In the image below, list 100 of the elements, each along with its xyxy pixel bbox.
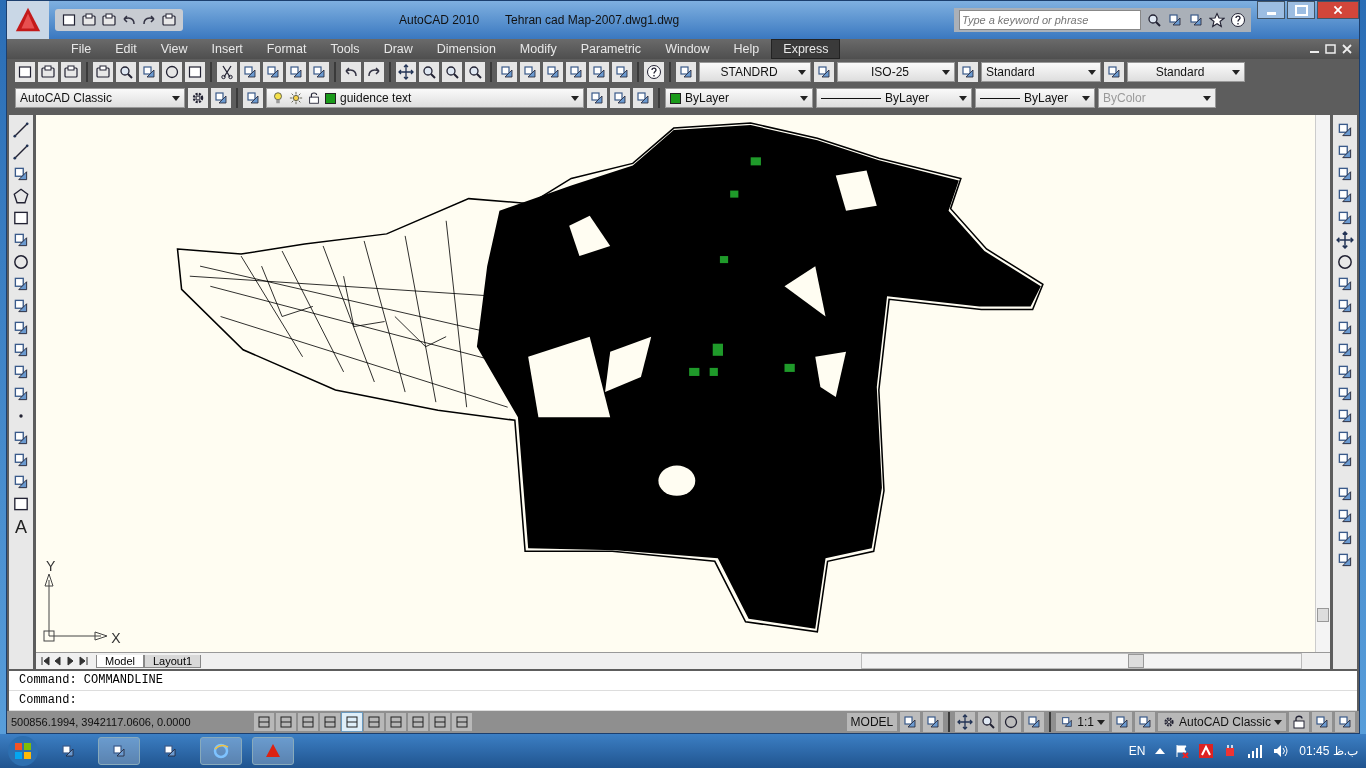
caret-icon[interactable]: [172, 95, 180, 101]
caret-icon[interactable]: [798, 69, 806, 75]
caret-icon[interactable]: [959, 95, 967, 101]
drafting-toggle-button[interactable]: [452, 713, 472, 731]
caret-icon[interactable]: [1096, 719, 1105, 725]
multileader-style-dropdown[interactable]: Standard: [1127, 62, 1245, 82]
drafting-toggle-button[interactable]: [342, 713, 362, 731]
horizontal-scrollbar[interactable]: [861, 653, 1302, 669]
flag-icon[interactable]: [1175, 744, 1190, 758]
dimension-style-dropdown[interactable]: ISO-25: [837, 62, 955, 82]
polygon-icon[interactable]: [12, 187, 30, 205]
menu-item[interactable]: View: [148, 39, 200, 59]
sun-icon[interactable]: [289, 91, 303, 105]
workspace-switch-button[interactable]: AutoCAD Classic: [1157, 713, 1286, 731]
application-menu-button[interactable]: [7, 1, 49, 39]
open-icon[interactable]: [38, 62, 58, 82]
menu-item[interactable]: Dimension: [424, 39, 508, 59]
preview-icon[interactable]: [116, 62, 136, 82]
line-icon[interactable]: [12, 121, 30, 139]
scrollbar-thumb[interactable]: [1317, 608, 1329, 622]
pan-icon[interactable]: [955, 712, 976, 732]
cut-icon[interactable]: [217, 62, 237, 82]
rectangle-icon[interactable]: [12, 209, 30, 227]
print-icon[interactable]: [93, 62, 113, 82]
text-tool-button[interactable]: A: [15, 517, 27, 538]
zoom-icon[interactable]: [978, 712, 999, 732]
caret-icon[interactable]: [1088, 69, 1096, 75]
save-icon[interactable]: [101, 12, 117, 28]
drafting-toggle-button[interactable]: [364, 713, 384, 731]
menu-item[interactable]: File: [59, 39, 104, 59]
scrollbar-thumb[interactable]: [1128, 654, 1145, 668]
workspace-dropdown[interactable]: AutoCAD Classic: [15, 88, 185, 108]
drafting-toggle-button[interactable]: [276, 713, 296, 731]
vertical-scrollbar[interactable]: [1315, 115, 1330, 652]
color-dropdown[interactable]: ByLayer: [665, 88, 813, 108]
linetype-dropdown[interactable]: ByLayer: [816, 88, 972, 108]
construction-line-icon[interactable]: [12, 143, 30, 161]
zoom-icon[interactable]: [419, 62, 439, 82]
close-button[interactable]: [1317, 1, 1359, 19]
new-icon[interactable]: [15, 62, 35, 82]
zoom-window-icon[interactable]: [442, 62, 462, 82]
open-icon[interactable]: [81, 12, 97, 28]
menu-item[interactable]: Format: [254, 39, 319, 59]
caret-icon[interactable]: [1232, 69, 1240, 75]
tray-arrow-icon[interactable]: [1155, 748, 1166, 754]
layout-tab[interactable]: Layout1: [143, 654, 202, 668]
sheet-icon[interactable]: [185, 62, 205, 82]
help-icon[interactable]: [1230, 12, 1246, 28]
menu-item[interactable]: Express: [771, 39, 841, 59]
caret-icon[interactable]: [942, 69, 950, 75]
language-indicator[interactable]: EN: [1128, 744, 1146, 758]
caret-icon[interactable]: [571, 95, 579, 101]
menu-item[interactable]: Insert: [199, 39, 255, 59]
menu-item[interactable]: Window: [653, 39, 722, 59]
move-icon[interactable]: [1336, 231, 1354, 249]
caret-icon[interactable]: [800, 95, 808, 101]
search-field[interactable]: Type a keyword or phrase: [959, 10, 1141, 30]
drafting-toggle-button[interactable]: [408, 713, 428, 731]
menu-item[interactable]: Draw: [371, 39, 425, 59]
lightbulb-icon[interactable]: [271, 91, 285, 105]
drafting-toggle-button[interactable]: [298, 713, 318, 731]
model-space-button[interactable]: MODEL: [846, 713, 898, 731]
drafting-toggle-button[interactable]: [430, 713, 450, 731]
maximize-button[interactable]: [1287, 1, 1315, 19]
menu-item[interactable]: Parametric: [568, 39, 654, 59]
drafting-toggle-button[interactable]: [320, 713, 340, 731]
signal-icon[interactable]: [1247, 744, 1264, 758]
drafting-toggle-button[interactable]: [254, 713, 274, 731]
layout-tab[interactable]: Model: [96, 654, 144, 668]
annotation-scale-button[interactable]: 1:1: [1056, 713, 1109, 731]
circle-icon[interactable]: [12, 253, 30, 271]
redo-icon[interactable]: [364, 62, 384, 82]
undo-icon[interactable]: [341, 62, 361, 82]
minimize-button[interactable]: [1257, 1, 1285, 19]
zoom-previous-icon[interactable]: [465, 62, 485, 82]
new-icon[interactable]: [61, 12, 77, 28]
caret-icon[interactable]: [1274, 719, 1282, 725]
document-window-controls[interactable]: [1309, 43, 1353, 55]
drafting-toggle-button[interactable]: [386, 713, 406, 731]
menu-item[interactable]: Modify: [507, 39, 569, 59]
lineweight-dropdown[interactable]: ByLayer: [975, 88, 1095, 108]
clock[interactable]: ب.ظ 01:45: [1299, 744, 1358, 758]
text-style-dropdown[interactable]: STANDRD: [699, 62, 811, 82]
drawing-canvas[interactable]: Y X: [36, 115, 1330, 652]
menu-item[interactable]: Edit: [103, 39, 149, 59]
layer-dropdown[interactable]: guidence text: [266, 88, 584, 108]
volume-icon[interactable]: [1273, 744, 1290, 758]
save-icon[interactable]: [61, 62, 81, 82]
antivirus-icon[interactable]: [1199, 744, 1214, 758]
lock-icon[interactable]: [1289, 712, 1309, 732]
search-icon[interactable]: [1146, 12, 1162, 28]
gear-icon[interactable]: [188, 88, 208, 108]
caret-icon[interactable]: [1082, 95, 1090, 101]
print-icon[interactable]: [161, 12, 177, 28]
start-button[interactable]: [8, 736, 38, 766]
menu-item[interactable]: Help: [721, 39, 772, 59]
help-icon[interactable]: [644, 62, 664, 82]
menu-item[interactable]: Tools: [318, 39, 372, 59]
lock-icon[interactable]: [307, 91, 321, 105]
table-style-dropdown[interactable]: Standard: [981, 62, 1101, 82]
